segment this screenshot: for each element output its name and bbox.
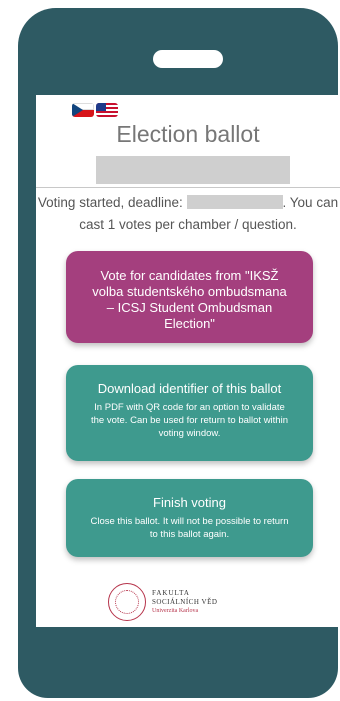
redacted-deadline [186,195,283,209]
logo-line2: SOCIÁLNÍCH VĚD [152,597,218,606]
phone-speaker [153,50,223,68]
page-title: Election ballot [116,121,260,147]
finish-description: Close this ballot. It will not be possib… [90,516,289,540]
logo-line3: Univerzita Karlova [152,607,199,614]
university-seal-icon [108,583,146,621]
finish-voting-button[interactable]: Finish voting Close this ballot. It will… [66,479,313,557]
language-switcher [72,103,118,117]
download-description: In PDF with QR code for an option to val… [91,402,288,439]
czech-flag-icon[interactable] [72,103,94,117]
vote-button[interactable]: Vote for candidates from "IKSŽ volba stu… [66,251,313,343]
logo-line1: FAKULTA [152,588,190,597]
us-flag-icon[interactable] [96,103,118,117]
finish-heading: Finish voting [153,495,226,510]
faculty-logo: FAKULTA SOCIÁLNÍCH VĚD Univerzita Karlov… [108,583,217,621]
redacted-name-bar [96,156,290,184]
voting-info: Voting started, deadline: . You can cast… [36,192,340,236]
download-heading: Download identifier of this ballot [97,381,282,396]
divider [36,187,340,188]
info-before: Voting started, deadline: [37,195,183,210]
ballot-screen: Election ballot Voting started, deadline… [36,95,340,627]
logo-text: FAKULTA SOCIÁLNÍCH VĚD Univerzita Karlov… [152,589,217,616]
download-identifier-button[interactable]: Download identifier of this ballot In PD… [66,365,313,461]
vote-button-label: Vote for candidates from "IKSŽ volba stu… [92,268,287,331]
